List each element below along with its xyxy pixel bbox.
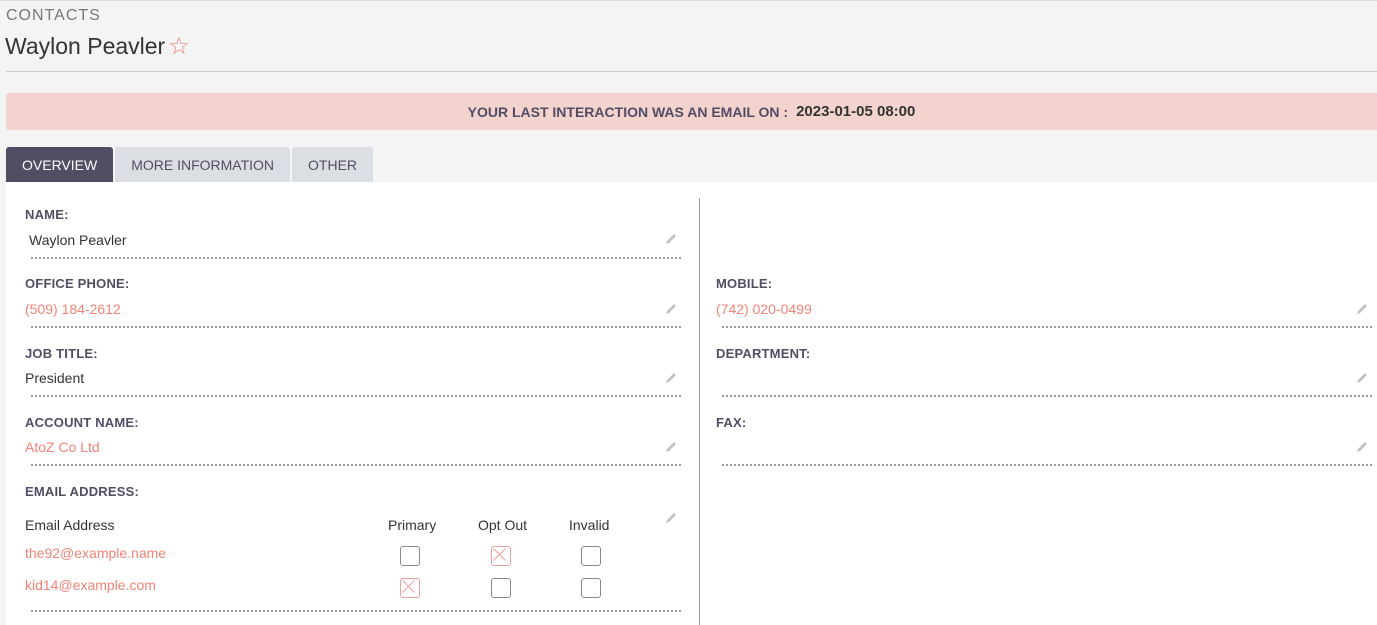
field-office-phone: OFFICE PHONE: (509) 184-2612 (25, 276, 681, 331)
edit-pencil-icon[interactable] (664, 511, 678, 525)
field-department-underline (722, 395, 1372, 397)
tab-overview[interactable]: OVERVIEW (6, 147, 114, 182)
record-title: Waylon Peavler ☆ (5, 33, 190, 60)
field-name-label: NAME: (25, 207, 69, 222)
tab-other[interactable]: OTHER (292, 147, 374, 182)
title-divider (6, 71, 1377, 72)
field-email-underline (31, 610, 681, 612)
tab-bar: OVERVIEW MORE INFORMATION OTHER (6, 147, 375, 182)
email-link[interactable]: the92@example.name (25, 545, 166, 561)
tab-more-information[interactable]: MORE INFORMATION (115, 147, 291, 182)
contact-detail-page: CONTACTS Waylon Peavler ☆ YOUR LAST INTE… (0, 0, 1377, 625)
edit-pencil-icon[interactable] (1355, 371, 1369, 385)
account-name-link[interactable]: AtoZ Co Ltd (25, 439, 100, 455)
field-account-name-underline (31, 464, 681, 466)
top-rule (0, 0, 1377, 1)
edit-pencil-icon[interactable] (664, 371, 678, 385)
edit-pencil-icon[interactable] (1355, 302, 1369, 316)
field-fax: FAX: (716, 415, 1372, 470)
email-primary-checkbox[interactable] (400, 578, 420, 598)
last-interaction-banner: YOUR LAST INTERACTION WAS AN EMAIL ON : … (6, 93, 1377, 130)
field-name-underline (31, 257, 681, 259)
field-office-phone-label: OFFICE PHONE: (25, 276, 130, 291)
field-job-title: JOB TITLE: President (25, 346, 681, 401)
column-divider (699, 198, 700, 625)
email-col-primary: Primary (388, 517, 437, 533)
field-mobile-underline (722, 326, 1372, 328)
field-department-label: DEPARTMENT: (716, 346, 811, 361)
email-col-invalid: Invalid (569, 517, 610, 533)
email-col-address: Email Address (25, 517, 115, 533)
banner-text: YOUR LAST INTERACTION WAS AN EMAIL ON : (467, 103, 789, 120)
field-fax-label: FAX: (716, 415, 747, 430)
office-phone-link[interactable]: (509) 184-2612 (25, 301, 121, 317)
field-account-name: ACCOUNT NAME: AtoZ Co Ltd (25, 415, 681, 470)
field-mobile: MOBILE: (742) 020-0499 (716, 276, 1372, 331)
field-mobile-label: MOBILE: (716, 276, 773, 291)
field-email-label: EMAIL ADDRESS: (25, 484, 140, 499)
field-job-title-underline (31, 395, 681, 397)
field-name-value: Waylon Peavler (29, 232, 127, 248)
edit-pencil-icon[interactable] (664, 232, 678, 246)
favorite-star-icon[interactable]: ☆ (168, 34, 190, 59)
overview-panel: NAME: Waylon Peavler OFFICE PHONE: (509)… (6, 182, 1377, 625)
field-email: EMAIL ADDRESS: Email Address Primary Opt… (25, 484, 681, 624)
field-job-title-value: President (25, 370, 85, 386)
field-name: NAME: Waylon Peavler (25, 207, 681, 262)
field-office-phone-underline (31, 326, 681, 328)
email-primary-checkbox[interactable] (400, 546, 420, 566)
module-title: CONTACTS (6, 7, 101, 24)
email-opt-out-checkbox[interactable] (491, 578, 511, 598)
field-fax-underline (722, 464, 1372, 466)
field-job-title-label: JOB TITLE: (25, 346, 98, 361)
email-opt-out-checkbox[interactable] (491, 546, 511, 566)
record-name: Waylon Peavler (5, 33, 166, 59)
field-department: DEPARTMENT: (716, 346, 1372, 401)
email-invalid-checkbox[interactable] (581, 546, 601, 566)
edit-pencil-icon[interactable] (1355, 440, 1369, 454)
email-link[interactable]: kid14@example.com (25, 577, 156, 593)
mobile-phone-link[interactable]: (742) 020-0499 (716, 301, 812, 317)
edit-pencil-icon[interactable] (664, 302, 678, 316)
email-invalid-checkbox[interactable] (581, 578, 601, 598)
email-col-opt-out: Opt Out (478, 517, 528, 533)
banner-timestamp: 2023-01-05 08:00 (796, 103, 916, 120)
field-account-name-label: ACCOUNT NAME: (25, 415, 139, 430)
edit-pencil-icon[interactable] (664, 440, 678, 454)
